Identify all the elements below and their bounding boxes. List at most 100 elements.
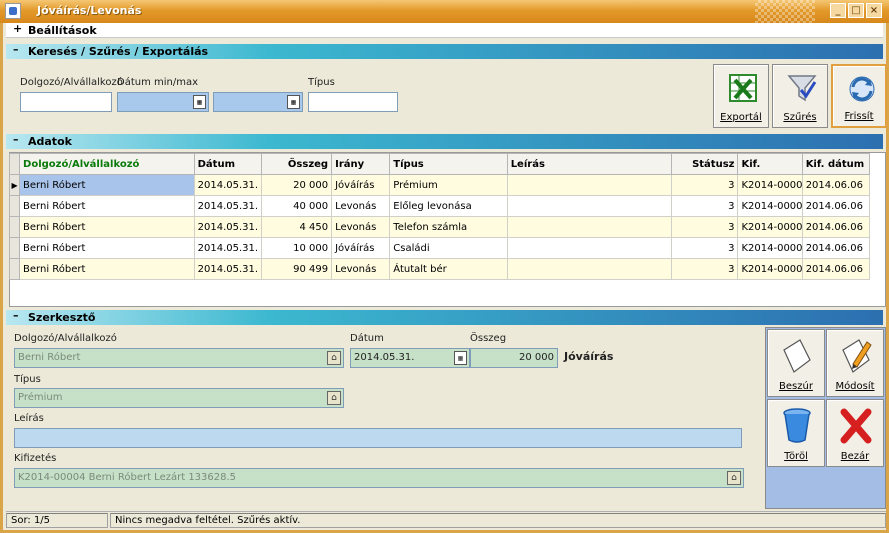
editor-date-input[interactable]: 2014.05.31. ▦ bbox=[350, 348, 470, 368]
table-cell[interactable]: Berni Róbert bbox=[19, 258, 195, 280]
table-cell[interactable] bbox=[506, 174, 673, 196]
table-cell[interactable]: Telefon számla bbox=[389, 216, 508, 238]
edit-document-icon bbox=[842, 339, 872, 373]
table-cell[interactable]: 3 bbox=[671, 237, 739, 259]
column-header[interactable]: Leírás bbox=[506, 153, 673, 175]
editor-section-header[interactable]: – Szerkesztő bbox=[6, 309, 883, 325]
table-cell[interactable]: 2014.06.06 bbox=[801, 237, 871, 259]
column-header[interactable]: Kif. dátum bbox=[801, 153, 871, 175]
table-cell[interactable]: 2014.06.06 bbox=[801, 195, 871, 217]
folder-open-icon[interactable]: ⌂ bbox=[727, 471, 741, 485]
table-row[interactable]: ▶ Berni Róbert 2014.05.31. 20 000 Jóváír… bbox=[8, 174, 871, 196]
table-cell[interactable]: 2014.06.06 bbox=[801, 258, 871, 280]
column-header[interactable]: Dátum bbox=[193, 153, 262, 175]
close-icon[interactable]: × bbox=[866, 3, 882, 18]
table-cell[interactable]: 2014.06.06 bbox=[801, 174, 871, 196]
collapse-icon[interactable]: – bbox=[13, 309, 19, 322]
table-cell[interactable]: Levonás bbox=[331, 258, 391, 280]
refresh-button[interactable]: Frissít bbox=[831, 64, 887, 128]
column-header[interactable]: Státusz bbox=[671, 153, 739, 175]
table-cell[interactable] bbox=[506, 237, 673, 259]
table-cell[interactable]: K2014-0000 bbox=[737, 174, 803, 196]
insert-button[interactable]: Beszúr bbox=[767, 329, 825, 397]
search-date-min-input[interactable]: ▦ bbox=[117, 92, 209, 112]
editor-payment-select[interactable]: K2014-00004 Berni Róbert Lezárt 133628.5… bbox=[14, 468, 744, 488]
table-cell[interactable] bbox=[506, 258, 673, 280]
folder-open-icon[interactable]: ⌂ bbox=[327, 351, 341, 365]
table-cell[interactable]: 20 000 bbox=[260, 174, 333, 196]
search-date-max-input[interactable]: ▦ bbox=[213, 92, 303, 112]
editor-description-input[interactable] bbox=[14, 428, 742, 448]
close-button[interactable]: Bezár bbox=[826, 399, 884, 467]
table-cell[interactable]: Jóváírás bbox=[331, 174, 391, 196]
table-cell[interactable]: Berni Róbert bbox=[19, 174, 195, 196]
column-header[interactable]: Összeg bbox=[260, 153, 333, 175]
table-cell[interactable]: 4 450 bbox=[260, 216, 333, 238]
editor-type-select[interactable]: Prémium ⌂ bbox=[14, 388, 344, 408]
table-cell[interactable]: 40 000 bbox=[260, 195, 333, 217]
row-indicator bbox=[8, 237, 21, 259]
table-cell[interactable]: Levonás bbox=[331, 195, 391, 217]
expand-icon[interactable]: + bbox=[13, 22, 22, 35]
status-bar: Sor: 1/5 Nincs megadva feltétel. Szűrés … bbox=[6, 511, 886, 528]
table-cell[interactable]: Berni Róbert bbox=[19, 195, 195, 217]
collapse-icon[interactable]: – bbox=[13, 43, 19, 56]
minimize-icon[interactable]: _ bbox=[830, 3, 846, 18]
table-cell[interactable]: 2014.05.31. bbox=[193, 174, 262, 196]
calendar-icon[interactable]: ▦ bbox=[287, 95, 300, 109]
data-table[interactable]: Dolgozó/Alvállalkozó Dátum Összeg Irány … bbox=[8, 153, 871, 280]
filter-button[interactable]: Szűrés bbox=[772, 64, 828, 128]
editor-employee-select[interactable]: Berni Róbert ⌂ bbox=[14, 348, 344, 368]
table-cell[interactable]: K2014-0000 bbox=[737, 216, 803, 238]
table-cell[interactable]: 2014.05.31. bbox=[193, 195, 262, 217]
search-type-input[interactable] bbox=[308, 92, 398, 112]
table-cell[interactable]: K2014-0000 bbox=[737, 258, 803, 280]
folder-open-icon[interactable]: ⌂ bbox=[327, 391, 341, 405]
data-section-header[interactable]: – Adatok bbox=[6, 133, 883, 149]
maximize-icon[interactable]: □ bbox=[848, 3, 864, 18]
column-header[interactable]: Típus bbox=[389, 153, 508, 175]
settings-section-header[interactable]: + Beállítások bbox=[6, 22, 883, 38]
table-cell[interactable]: 3 bbox=[671, 174, 739, 196]
table-cell[interactable]: 2014.05.31. bbox=[193, 237, 262, 259]
collapse-icon[interactable]: – bbox=[13, 133, 19, 146]
editor-employee-label: Dolgozó/Alvállalkozó bbox=[14, 333, 117, 344]
app-icon[interactable] bbox=[5, 3, 21, 19]
table-cell[interactable]: 2014.05.31. bbox=[193, 216, 262, 238]
calendar-icon[interactable]: ▦ bbox=[193, 95, 206, 109]
table-cell[interactable]: Családi bbox=[389, 237, 508, 259]
table-row[interactable]: Berni Róbert 2014.05.31. 4 450 Levonás T… bbox=[8, 216, 871, 238]
modify-button[interactable]: Módosít bbox=[826, 329, 884, 397]
editor-amount-input[interactable]: 20 000 bbox=[470, 348, 558, 368]
table-cell[interactable]: K2014-0000 bbox=[737, 195, 803, 217]
table-cell[interactable]: K2014-0000 bbox=[737, 237, 803, 259]
table-row[interactable]: Berni Róbert 2014.05.31. 40 000 Levonás … bbox=[8, 195, 871, 217]
column-header[interactable]: Kif. bbox=[737, 153, 803, 175]
table-row[interactable]: Berni Róbert 2014.05.31. 90 499 Levonás … bbox=[8, 258, 871, 280]
table-cell[interactable]: Jóváírás bbox=[331, 237, 391, 259]
table-cell[interactable]: Berni Róbert bbox=[19, 216, 195, 238]
delete-button[interactable]: Töröl bbox=[767, 399, 825, 467]
table-cell[interactable]: Berni Róbert bbox=[19, 237, 195, 259]
table-cell[interactable] bbox=[506, 216, 673, 238]
table-cell[interactable]: Levonás bbox=[331, 216, 391, 238]
calendar-icon[interactable]: ▦ bbox=[454, 351, 467, 365]
export-button[interactable]: Exportál bbox=[713, 64, 769, 128]
table-cell[interactable]: Átutalt bér bbox=[389, 258, 508, 280]
table-cell[interactable]: Prémium bbox=[389, 174, 508, 196]
table-cell[interactable]: Előleg levonása bbox=[389, 195, 508, 217]
table-cell[interactable]: 90 499 bbox=[260, 258, 333, 280]
table-cell[interactable]: 2014.06.06 bbox=[801, 216, 871, 238]
column-header[interactable]: Irány bbox=[331, 153, 391, 175]
column-header[interactable]: Dolgozó/Alvállalkozó bbox=[19, 153, 195, 175]
table-cell[interactable]: 3 bbox=[671, 195, 739, 217]
search-section-header[interactable]: – Keresés / Szűrés / Exportálás bbox=[6, 43, 883, 59]
table-row[interactable]: Berni Róbert 2014.05.31. 10 000 Jóváírás… bbox=[8, 237, 871, 259]
table-cell[interactable] bbox=[506, 195, 673, 217]
table-cell[interactable]: 3 bbox=[671, 258, 739, 280]
main-window: Jóváírás/Levonás _ □ × + Beállítások – K… bbox=[0, 0, 889, 533]
table-cell[interactable]: 2014.05.31. bbox=[193, 258, 262, 280]
table-cell[interactable]: 3 bbox=[671, 216, 739, 238]
search-employee-input[interactable] bbox=[20, 92, 112, 112]
table-cell[interactable]: 10 000 bbox=[260, 237, 333, 259]
